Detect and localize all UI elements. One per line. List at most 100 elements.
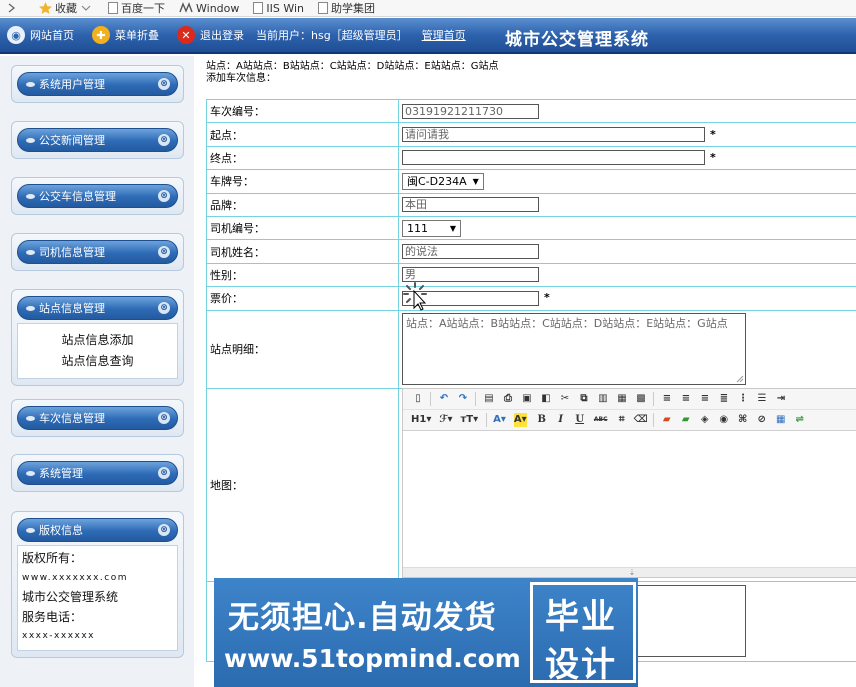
collapse-icon[interactable]: ⊗ [158, 246, 170, 258]
start-input[interactable]: 请问请我 [402, 127, 705, 143]
underline-icon[interactable]: U [573, 413, 587, 427]
highlight-icon[interactable]: A ▾ [513, 412, 527, 427]
flash-icon[interactable]: ◈ [698, 413, 712, 427]
paste-word-icon[interactable]: ▩ [634, 392, 648, 406]
collapse-icon[interactable]: ⊗ [158, 467, 170, 479]
end-cell: * [398, 145, 856, 171]
collapse-icon[interactable]: ⊗ [158, 412, 170, 424]
undo-icon[interactable]: ↶ [437, 392, 451, 406]
menu-fold-link[interactable]: ✚ 菜单折叠 [92, 26, 159, 44]
driver-name-input[interactable]: 的说法 [402, 244, 539, 260]
submenu-station-query[interactable]: 站点信息查询 [22, 351, 173, 372]
menu-bus-info[interactable]: 公交车信息管理 ⊗ [17, 184, 178, 208]
trip-no-input[interactable]: 03191921211730 [402, 103, 539, 119]
toolbar-separator [430, 391, 431, 406]
font-color-icon[interactable]: A ▾ [493, 413, 506, 427]
site-home-label: 网站首页 [30, 29, 74, 42]
horizontal-line-icon[interactable]: ⇌ [793, 413, 807, 427]
paste-icon[interactable]: ▥ [596, 392, 610, 406]
editor-resize-handle[interactable]: ⇣ [403, 566, 856, 577]
fare-cell: * [398, 282, 856, 311]
template-icon[interactable]: ▣ [520, 392, 534, 406]
attachment-icon[interactable]: ⊘ [755, 413, 769, 427]
dropdown-arrow-icon: ▼ [472, 176, 479, 186]
copy-icon[interactable]: ⧉ [577, 392, 591, 406]
logout-link[interactable]: ✕ 退出登录 [177, 26, 244, 44]
font-family-icon[interactable]: ℱ ▾ [439, 413, 452, 427]
editor-toolbar-row2: H1 ▾ ℱ ▾ тT ▾ A ▾ A ▾ B I U ABC ⌗ ⌫ ▰ ▰ … [403, 409, 856, 431]
menu-system-manage[interactable]: 系统管理 ⊗ [17, 461, 178, 485]
menu-card-bus: 公交车信息管理 ⊗ [11, 177, 184, 215]
page-icon [108, 2, 118, 14]
media-icon[interactable]: ◉ [717, 413, 731, 427]
driver-no-label: 司机编号： [206, 215, 399, 241]
start-label: 起点： [206, 122, 399, 147]
site-home-link[interactable]: ◉ 网站首页 [7, 26, 74, 44]
rich-text-editor[interactable]: ▯ ↶ ↷ ▤ ⎙ ▣ ◧ ✂ ⧉ ▥ ▦ ▩ ≡ ≡ ≡ ≣ ⋮ ☰ ⇥ H1… [402, 387, 856, 578]
align-justify-icon[interactable]: ≣ [717, 392, 731, 406]
align-right-icon[interactable]: ≡ [698, 392, 712, 406]
fav-collect[interactable]: 收藏 [39, 0, 94, 16]
fold-menu-icon: ✚ [92, 26, 110, 44]
plate-selected-value: 闽C-D234A [407, 175, 467, 189]
menu-station-info[interactable]: 站点信息管理 ⊗ [17, 296, 178, 320]
brand-input[interactable]: 本田 [402, 197, 539, 213]
code-icon[interactable]: ◧ [539, 392, 553, 406]
menu-card-users: 系统用户管理 ⊗ [11, 65, 184, 103]
stations-textarea[interactable]: 站点：A站站点：B站站点：C站站点：D站站点：E站站点：G站点 [402, 313, 746, 386]
cut-icon[interactable]: ✂ [558, 392, 572, 406]
driver-no-select[interactable]: 111 ▼ [402, 219, 461, 237]
admin-home-link[interactable]: 管理首页 [422, 27, 466, 43]
menu-trip-info[interactable]: 车次信息管理 ⊗ [17, 406, 178, 430]
submenu-station-add[interactable]: 站点信息添加 [22, 330, 173, 351]
fav-window[interactable]: Window [179, 2, 239, 15]
menu-driver-info[interactable]: 司机信息管理 ⊗ [17, 240, 178, 264]
fav-expand[interactable] [8, 3, 19, 13]
collapse-icon[interactable]: ⊗ [158, 78, 170, 90]
multi-image-icon[interactable]: ▰ [679, 413, 693, 427]
preview-icon[interactable]: ▤ [482, 392, 496, 406]
redo-icon[interactable]: ↷ [456, 392, 470, 406]
top-header: ◉ 网站首页 ✚ 菜单折叠 ✕ 退出登录 当前用户：hsg［超级管理员］ 管理首… [0, 18, 856, 54]
italic-icon[interactable]: I [554, 413, 568, 427]
fav-zhuxue[interactable]: 助学集团 [318, 0, 375, 16]
end-input[interactable] [402, 150, 705, 166]
resize-grip-icon[interactable] [736, 375, 744, 383]
row-fare: 票价： * [206, 282, 856, 311]
unordered-list-icon[interactable]: ☰ [755, 392, 769, 406]
superscript-icon[interactable]: ⌗ [615, 413, 629, 427]
required-mark: * [710, 150, 716, 164]
font-size-icon[interactable]: тT ▾ [460, 413, 478, 427]
collapse-icon[interactable]: ⊗ [158, 302, 170, 314]
menu-copyright[interactable]: 版权信息 ⊗ [17, 518, 178, 542]
menu-label: 车次信息管理 [39, 412, 105, 425]
align-center-icon[interactable]: ≡ [679, 392, 693, 406]
trip-no-label: 车次编号： [206, 98, 399, 124]
menu-system-users[interactable]: 系统用户管理 ⊗ [17, 72, 178, 96]
heading-icon[interactable]: H1 ▾ [411, 413, 431, 427]
bold-icon[interactable]: B [535, 413, 549, 427]
ordered-list-icon[interactable]: ⋮ [736, 392, 750, 406]
plate-select[interactable]: 闽C-D234A ▼ [402, 172, 484, 190]
align-left-icon[interactable]: ≡ [660, 392, 674, 406]
image-icon[interactable]: ▰ [660, 413, 674, 427]
strikethrough-icon[interactable]: ABC [592, 413, 610, 427]
gender-label: 性别： [206, 262, 399, 288]
table-icon[interactable]: ▦ [774, 413, 788, 427]
collapse-icon[interactable]: ⊗ [158, 134, 170, 146]
insert-file-icon[interactable]: ⌘ [736, 413, 750, 427]
paste-text-icon[interactable]: ▦ [615, 392, 629, 406]
menu-label: 司机信息管理 [39, 246, 105, 259]
fav-baidu[interactable]: 百度一下 [108, 0, 165, 16]
station-submenu: 站点信息添加 站点信息查询 [17, 323, 178, 379]
source-icon[interactable]: ▯ [411, 392, 425, 406]
fav-iis[interactable]: IIS Win [253, 2, 304, 15]
copyright-system-name: 城市公交管理系统 [22, 590, 119, 604]
driver-name-label: 司机姓名： [206, 239, 399, 264]
menu-bus-news[interactable]: 公交新闻管理 ⊗ [17, 128, 178, 152]
remove-format-icon[interactable]: ⌫ [634, 413, 648, 427]
print-icon[interactable]: ⎙ [501, 392, 515, 406]
collapse-icon[interactable]: ⊗ [158, 524, 170, 536]
indent-icon[interactable]: ⇥ [774, 392, 788, 406]
collapse-icon[interactable]: ⊗ [158, 190, 170, 202]
